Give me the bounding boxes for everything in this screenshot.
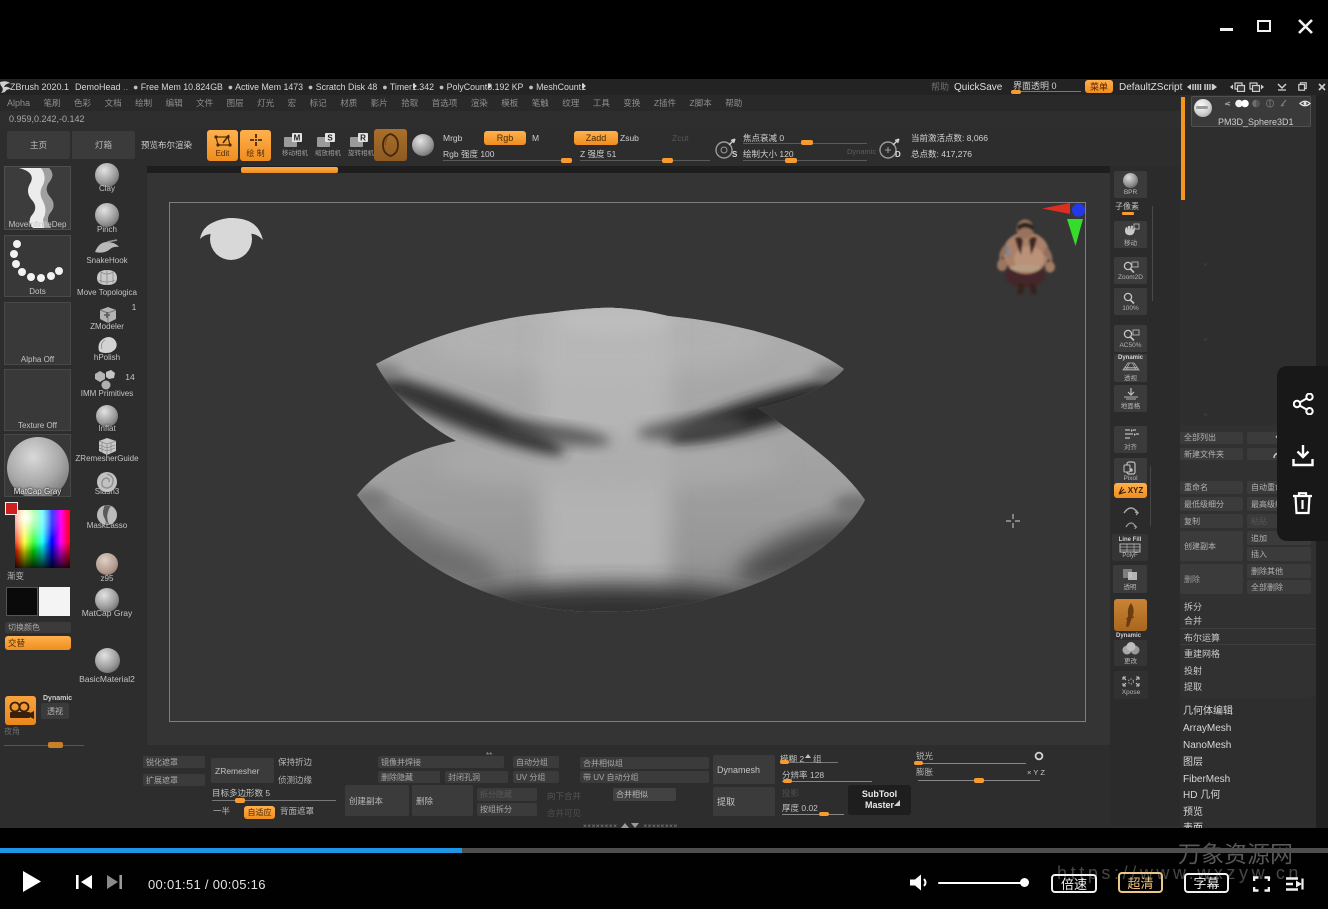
svg-text:D: D [895, 150, 901, 159]
svg-text:M: M [294, 134, 301, 143]
svg-text:R: R [360, 134, 366, 143]
svg-text:S: S [327, 134, 333, 143]
svg-text:S: S [732, 150, 738, 159]
